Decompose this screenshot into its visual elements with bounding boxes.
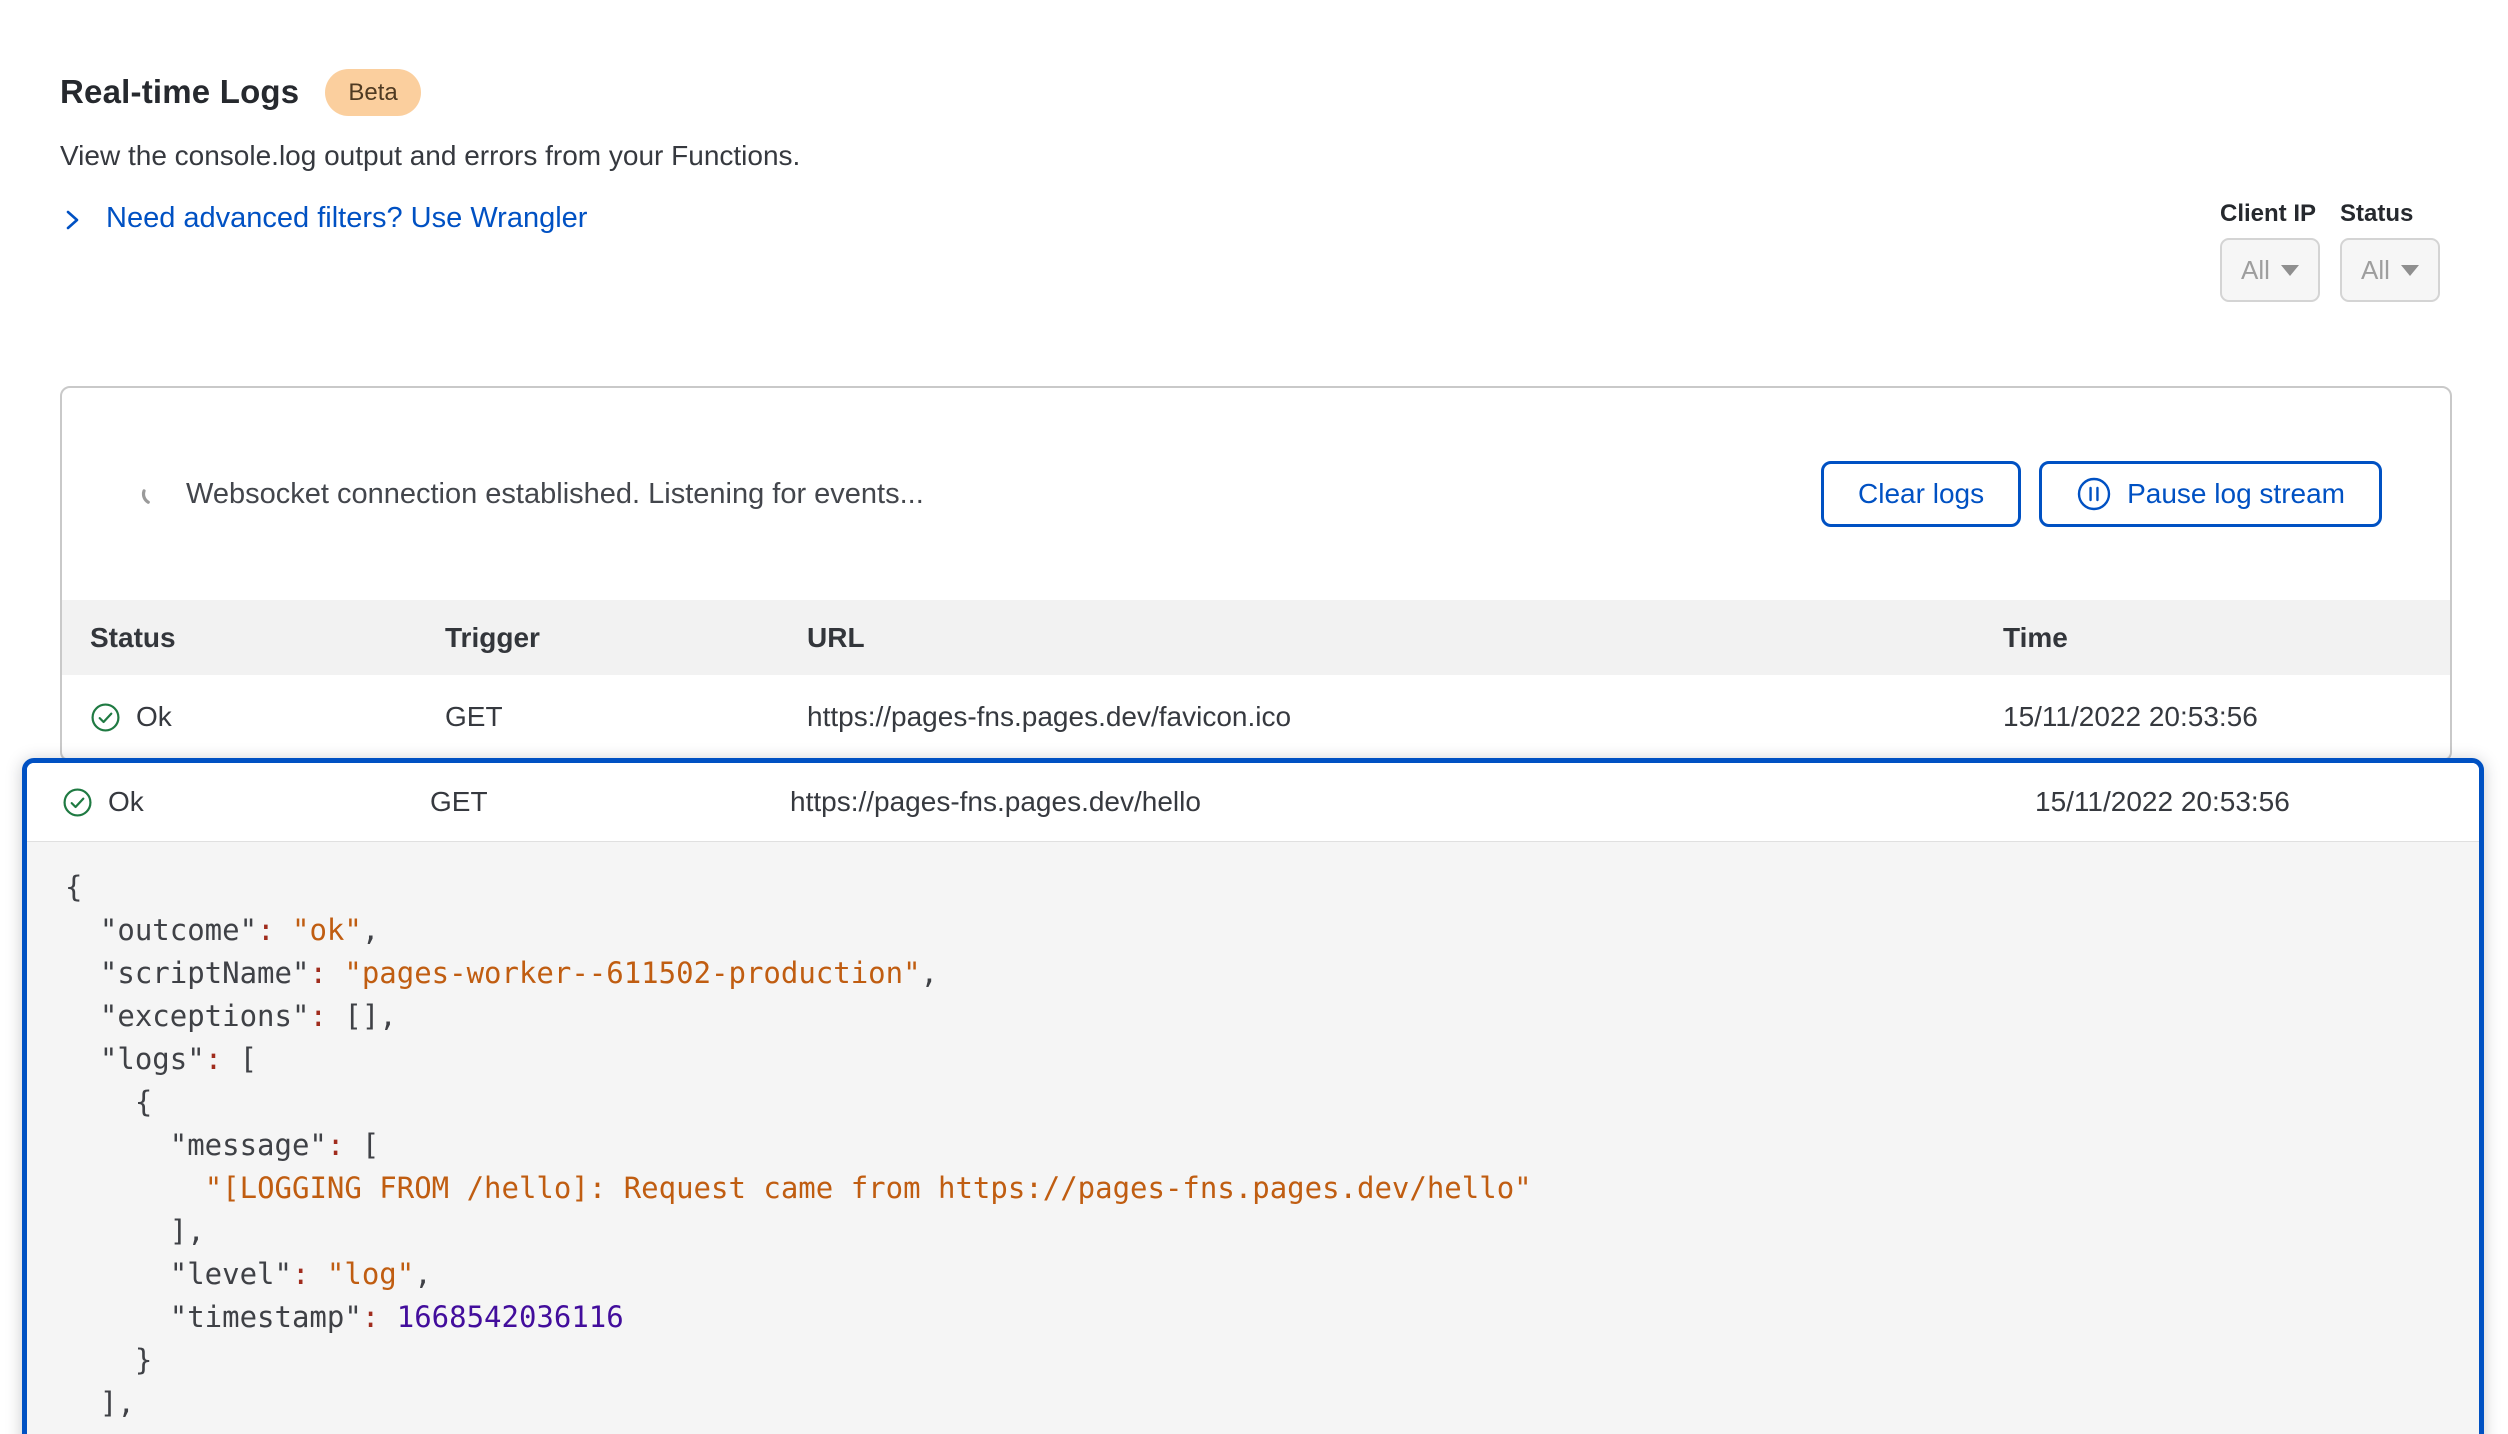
wrangler-link[interactable]: Need advanced filters? Use Wrangler — [60, 200, 587, 235]
spinner-icon — [140, 481, 166, 507]
client-ip-filter-value: All — [2241, 255, 2270, 286]
status-label: Ok — [108, 786, 144, 818]
realtime-logs-page: Real-time Logs Beta View the console.log… — [0, 0, 2508, 1434]
time-cell: 15/11/2022 20:53:56 — [2003, 701, 2450, 733]
status-cell: Ok — [90, 701, 445, 733]
status-ok-icon — [90, 702, 121, 733]
pause-icon — [2076, 476, 2112, 512]
caret-down-icon — [2401, 265, 2419, 276]
expanded-log-row[interactable]: Ok GET https://pages-fns.pages.dev/hello… — [27, 763, 2479, 841]
page-subtitle: View the console.log output and errors f… — [60, 140, 2452, 172]
status-cell: Ok — [62, 786, 430, 818]
client-ip-filter-label: Client IP — [2220, 200, 2320, 228]
page-header: Real-time Logs Beta — [60, 68, 2452, 116]
column-header-status: Status — [90, 622, 445, 654]
log-detail-code: { "outcome": "ok", "scriptName": "pages-… — [27, 841, 2479, 1434]
page-title: Real-time Logs — [60, 73, 299, 111]
websocket-status: Websocket connection established. Listen… — [140, 478, 1821, 511]
client-ip-filter-dropdown[interactable]: All — [2220, 238, 2320, 302]
pause-log-stream-button[interactable]: Pause log stream — [2039, 461, 2382, 527]
log-table-header: Status Trigger URL Time — [62, 600, 2450, 675]
column-header-url: URL — [807, 622, 2003, 654]
status-filter: Status All — [2340, 200, 2440, 302]
status-filter-label: Status — [2340, 200, 2440, 228]
column-header-trigger: Trigger — [445, 622, 807, 654]
clear-logs-button[interactable]: Clear logs — [1821, 461, 2021, 527]
time-cell: 15/11/2022 20:53:56 — [2035, 786, 2479, 818]
status-ok-icon — [62, 787, 93, 818]
url-cell: https://pages-fns.pages.dev/favicon.ico — [807, 701, 2003, 733]
pause-log-stream-label: Pause log stream — [2127, 478, 2345, 510]
client-ip-filter: Client IP All — [2220, 200, 2320, 302]
column-header-time: Time — [2003, 622, 2450, 654]
log-actions: Clear logs Pause log stream — [1821, 461, 2382, 527]
log-table-body: Ok GET https://pages-fns.pages.dev/favic… — [62, 675, 2450, 760]
websocket-status-text: Websocket connection established. Listen… — [186, 478, 924, 511]
trigger-cell: GET — [430, 786, 790, 818]
status-filter-value: All — [2361, 255, 2390, 286]
wrangler-link-label: Need advanced filters? Use Wrangler — [106, 202, 587, 235]
status-label: Ok — [136, 701, 172, 733]
logs-panel: Websocket connection established. Listen… — [60, 386, 2452, 762]
url-cell: https://pages-fns.pages.dev/hello — [790, 786, 2035, 818]
caret-down-icon — [2281, 265, 2299, 276]
expanded-log-panel: Ok GET https://pages-fns.pages.dev/hello… — [22, 758, 2484, 1434]
websocket-status-row: Websocket connection established. Listen… — [62, 388, 2450, 600]
clear-logs-label: Clear logs — [1858, 478, 1984, 510]
table-row[interactable]: Ok GET https://pages-fns.pages.dev/favic… — [62, 675, 2450, 760]
trigger-cell: GET — [445, 701, 807, 733]
filter-row: Need advanced filters? Use Wrangler Clie… — [60, 200, 2452, 302]
filters-group: Client IP All Status All — [2220, 200, 2440, 302]
beta-badge: Beta — [325, 69, 420, 116]
chevron-right-icon — [60, 207, 84, 231]
status-filter-dropdown[interactable]: All — [2340, 238, 2440, 302]
